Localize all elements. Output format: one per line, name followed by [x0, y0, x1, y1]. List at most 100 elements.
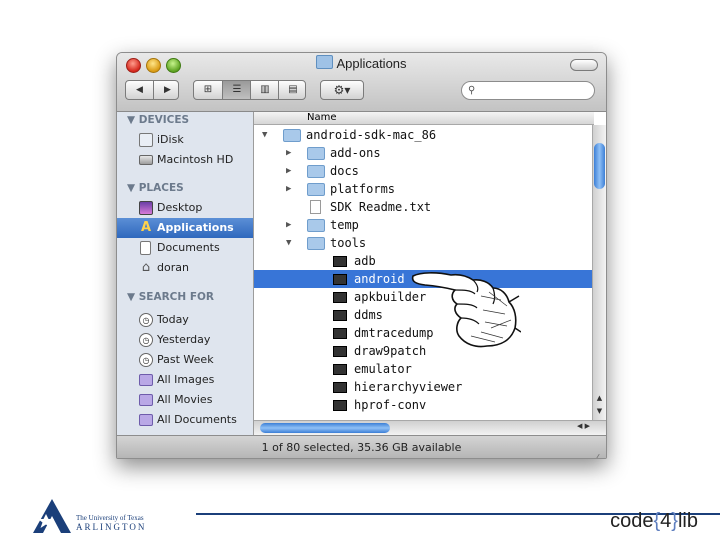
list-item-label: android [354, 272, 405, 286]
pointing-hand-icon [411, 272, 521, 348]
forward-button[interactable]: ▶ [153, 81, 181, 99]
disclosure-open-icon[interactable]: ▼ [262, 126, 267, 144]
horizontal-scroll-arrows[interactable]: ◀ ▶ [577, 422, 590, 430]
disclosure-closed-icon[interactable]: ▶ [286, 216, 291, 234]
list-item-label: platforms [330, 182, 396, 196]
code4lib-post: lib [677, 510, 698, 532]
toolbar-toggle-button[interactable] [570, 59, 598, 71]
executable-icon [333, 274, 347, 285]
uta-logo-icon [33, 499, 71, 533]
vertical-scrollbar[interactable]: ▲ ▼ [592, 125, 606, 420]
code4lib-brace-close: } [671, 510, 678, 532]
list-item-label: ddms [354, 308, 383, 322]
list-item[interactable]: ▶ temp [254, 216, 592, 234]
sidebar-item-label: Past Week [157, 353, 214, 366]
list-item-label: hierarchyviewer [354, 380, 463, 394]
status-bar: 1 of 80 selected, 35.36 GB available ∠ [117, 435, 606, 458]
list-item[interactable]: ▶ docs [254, 162, 592, 180]
list-view-button[interactable]: ☰ [222, 81, 251, 99]
sidebar-item-desktop[interactable]: Desktop [117, 198, 253, 218]
vertical-scroll-thumb[interactable] [594, 143, 605, 189]
resize-grip-icon[interactable]: ∠ [593, 446, 603, 458]
documents-icon [140, 241, 151, 255]
home-icon: ⌂ [141, 260, 151, 275]
sidebar-item-label: doran [157, 261, 189, 274]
back-button[interactable]: ◀ [126, 81, 153, 99]
smart-folder-icon [139, 394, 153, 406]
list-item-label: docs [330, 164, 359, 178]
folder-icon [307, 183, 325, 196]
list-item-label: temp [330, 218, 359, 232]
sidebar-item-all-images[interactable]: All Images [117, 370, 253, 390]
disclosure-closed-icon[interactable]: ▶ [286, 180, 291, 198]
sidebar: ▼ DEVICES iDisk Macintosh HD ▼ PLACES De… [117, 112, 254, 435]
icon-view-button[interactable]: ⊞ [194, 81, 222, 99]
disclosure-open-icon[interactable]: ▼ [286, 234, 291, 252]
disclosure-closed-icon[interactable]: ▶ [286, 162, 291, 180]
smart-folder-icon [139, 374, 153, 386]
uta-line2: ARLINGTON [76, 522, 147, 532]
list-item-label: emulator [354, 362, 412, 376]
sidebar-item-label: iDisk [157, 133, 184, 146]
code4lib-pre: code [610, 510, 654, 532]
search-input[interactable] [482, 84, 591, 98]
column-view-button[interactable]: ▥ [250, 81, 279, 99]
executable-icon [333, 346, 347, 357]
search-field[interactable]: ⚲ [461, 81, 595, 100]
title-bar[interactable]: Applications ◀ ▶ ⊞ ☰ ▥ ▤ ⚙▾ ⚲ [117, 53, 606, 112]
action-menu-button[interactable]: ⚙▾ [320, 80, 364, 100]
list-item[interactable]: hprof-conv [254, 396, 592, 414]
disclosure-closed-icon[interactable]: ▶ [286, 144, 291, 162]
sidebar-item-label: Yesterday [157, 333, 211, 346]
sidebar-item-today[interactable]: ◷ Today [117, 310, 253, 330]
view-mode-control: ⊞ ☰ ▥ ▤ [193, 80, 306, 100]
search-icon: ⚲ [468, 85, 476, 96]
sidebar-item-all-movies[interactable]: All Movies [117, 390, 253, 410]
clock-icon: ◷ [139, 333, 153, 347]
sidebar-item-label: Today [157, 313, 189, 326]
list-item[interactable]: ▼ android-sdk-mac_86 [254, 126, 592, 144]
applications-icon: A [140, 220, 152, 235]
list-item-label: hprof-conv [354, 398, 427, 412]
name-column-header[interactable]: Name [254, 112, 594, 125]
executable-icon [333, 364, 347, 375]
vertical-scroll-arrows[interactable]: ▲ ▼ [593, 392, 606, 420]
list-item[interactable]: hierarchyviewer [254, 378, 592, 396]
clock-icon: ◷ [139, 353, 153, 367]
back-forward-control: ◀ ▶ [125, 80, 179, 100]
uta-wordmark: The University of Texas ARLINGTON [76, 514, 146, 532]
sidebar-item-idisk[interactable]: iDisk [117, 130, 253, 150]
column-header-label: Name [307, 112, 337, 123]
folder-icon [307, 219, 325, 232]
window-title-wrap: Applications [117, 55, 606, 71]
hard-drive-icon [139, 155, 153, 165]
code4lib-num: 4 [660, 510, 672, 532]
executable-icon [333, 256, 347, 267]
horizontal-scrollbar[interactable]: ◀ ▶ [254, 420, 606, 435]
list-item-label: tools [330, 236, 367, 250]
folder-icon [307, 165, 325, 178]
cover-flow-button[interactable]: ▤ [278, 81, 307, 99]
code4lib-logo: code{4}lib [610, 510, 698, 533]
sidebar-header-search-for: ▼ SEARCH FOR [127, 291, 215, 303]
sidebar-item-yesterday[interactable]: ◷ Yesterday [117, 330, 253, 350]
list-item[interactable]: SDK Readme.txt [254, 198, 592, 216]
list-item[interactable]: emulator [254, 360, 592, 378]
window-title: Applications [336, 56, 407, 71]
list-item[interactable]: ▼ tools [254, 234, 592, 252]
sidebar-item-past-week[interactable]: ◷ Past Week [117, 350, 253, 370]
horizontal-scroll-thumb[interactable] [260, 423, 390, 433]
list-item-label: SDK Readme.txt [330, 200, 432, 214]
executable-icon [333, 382, 347, 393]
sidebar-item-label: All Documents [157, 413, 237, 426]
sidebar-item-doran[interactable]: ⌂ doran [117, 258, 253, 278]
list-item[interactable]: ▶ platforms [254, 180, 592, 198]
list-item[interactable]: ▶ add-ons [254, 144, 592, 162]
status-text: 1 of 80 selected, 35.36 GB available [261, 441, 462, 454]
sidebar-item-label: All Movies [157, 393, 213, 406]
sidebar-item-applications[interactable]: A Applications [117, 218, 253, 238]
sidebar-item-all-documents[interactable]: All Documents [117, 410, 253, 430]
sidebar-item-documents[interactable]: Documents [117, 238, 253, 258]
folder-icon [316, 55, 334, 69]
sidebar-item-macintosh-hd[interactable]: Macintosh HD [117, 150, 253, 170]
